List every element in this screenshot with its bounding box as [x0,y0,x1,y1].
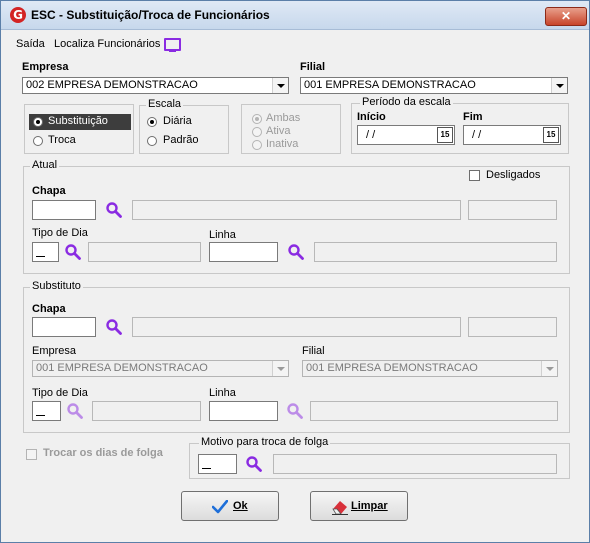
search-icon[interactable] [287,243,305,261]
atual-chapa-input[interactable] [32,200,96,220]
atual-title: Atual [30,159,60,171]
atual-nome-field [132,200,461,220]
ambas-radio [252,114,262,124]
substituto-tipo-dia-desc [92,401,201,421]
substituto-extra-field [468,317,557,337]
fim-date-field[interactable]: / / 15 [463,125,561,145]
search-icon [67,403,83,419]
padrao-label[interactable]: Padrão [163,134,198,146]
calendar-icon[interactable]: 15 [543,127,559,143]
ok-button[interactable]: Ok [181,491,279,521]
search-icon[interactable] [245,455,263,473]
trocar-folga-checkbox [26,449,37,460]
atual-linha-label: Linha [209,229,236,241]
substituto-filial-select: 001 EMPRESA DEMONSTRACAO [302,360,558,377]
limpar-label: Limpar [351,500,388,512]
checkmark-icon [212,500,228,514]
trocar-folga-label: Trocar os dias de folga [43,447,163,459]
periodo-title: Período da escala [360,96,453,108]
monitor-icon[interactable] [164,38,181,52]
inativa-radio [252,140,262,150]
atual-tipo-dia-label: Tipo de Dia [32,227,88,239]
diaria-label[interactable]: Diária [163,115,192,127]
window-title: ESC - Substituição/Troca de Funcionários [31,8,270,22]
search-icon[interactable] [64,243,82,261]
inicio-date-value: / / [366,129,376,141]
motivo-desc [273,454,557,474]
escala-group [139,105,229,154]
substituto-empresa-select: 001 EMPRESA DEMONSTRACAO [32,360,289,377]
chevron-down-icon[interactable] [272,78,288,93]
filial-value: 001 EMPRESA DEMONSTRACAO [304,79,476,91]
ativa-radio [252,127,262,137]
troca-label[interactable]: Troca [48,134,76,146]
atual-tipo-dia-input[interactable] [32,242,59,262]
main-window: G ESC - Substituição/Troca de Funcionári… [0,0,590,543]
atual-chapa-label: Chapa [32,185,66,197]
desligados-checkbox[interactable] [469,170,480,181]
substituto-tipo-dia-label: Tipo de Dia [32,387,88,399]
filial-label: Filial [300,61,326,73]
substituto-linha-input[interactable] [209,401,278,421]
atual-tipo-dia-desc [88,242,201,262]
ativa-label: Ativa [266,125,291,137]
substituto-filial-value: 001 EMPRESA DEMONSTRACAO [306,362,478,374]
atual-extra-field [468,200,557,220]
title-bar: G ESC - Substituição/Troca de Funcionári… [1,1,589,30]
chevron-down-icon[interactable] [551,78,567,93]
diaria-radio[interactable] [147,117,157,127]
chevron-down-icon [541,361,557,376]
inicio-date-field[interactable]: / / 15 [357,125,455,145]
substituicao-radio[interactable] [33,117,43,127]
calendar-icon[interactable]: 15 [437,127,453,143]
substituto-chapa-input[interactable] [32,317,96,337]
search-icon [287,403,303,419]
search-icon[interactable] [105,318,123,336]
chevron-down-icon [272,361,288,376]
ok-label: Ok [233,500,248,512]
substituto-empresa-label: Empresa [32,345,77,357]
inativa-label: Inativa [266,138,299,150]
substituto-filial-label: Filial [302,345,325,357]
close-button[interactable]: ✕ [545,7,587,26]
menu-saida[interactable]: Saída [16,38,45,50]
desligados-label[interactable]: Desligados [486,169,540,181]
menu-bar: Saída Localiza Funcionários [1,29,589,53]
substituicao-label[interactable]: Substituição [48,115,108,127]
fim-label: Fim [463,111,483,123]
fim-date-value: / / [472,129,482,141]
inicio-label: Início [357,111,386,123]
empresa-label: Empresa [22,61,69,73]
troca-radio[interactable] [33,136,43,146]
substituto-nome-field [132,317,461,337]
substituto-title: Substituto [30,280,83,292]
limpar-button[interactable]: Limpar [310,491,408,521]
atual-linha-desc [314,242,557,262]
substituto-tipo-dia-input[interactable] [32,401,61,421]
padrao-radio[interactable] [147,136,157,146]
motivo-title: Motivo para troca de folga [199,436,331,448]
filial-select[interactable]: 001 EMPRESA DEMONSTRACAO [300,77,568,94]
substituto-empresa-value: 001 EMPRESA DEMONSTRACAO [36,362,208,374]
ambas-label: Ambas [266,112,301,124]
empresa-select[interactable]: 002 EMPRESA DEMONSTRACAO [22,77,289,94]
empresa-value: 002 EMPRESA DEMONSTRACAO [26,79,198,91]
atual-linha-input[interactable] [209,242,278,262]
escala-title: Escala [146,98,184,110]
substituto-linha-label: Linha [209,387,236,399]
substituto-chapa-label: Chapa [32,303,66,315]
app-logo-icon: G [10,7,26,23]
eraser-icon [332,501,348,515]
menu-localiza-funcionarios[interactable]: Localiza Funcionários [54,38,160,50]
motivo-input[interactable] [198,454,237,474]
substituto-linha-desc [310,401,558,421]
search-icon[interactable] [105,201,123,219]
